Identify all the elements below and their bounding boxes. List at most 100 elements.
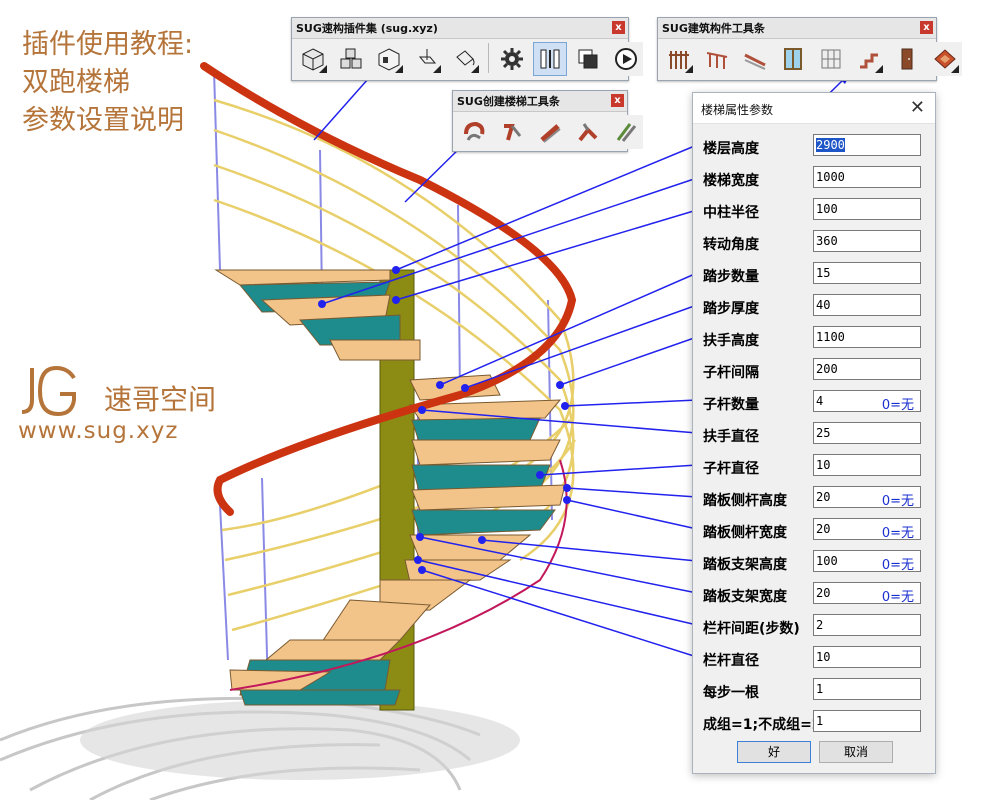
param-label: 每步一根	[703, 685, 759, 701]
rail-diameter-input[interactable]: 10	[813, 454, 921, 476]
grid-window-icon	[821, 49, 841, 69]
param-row: 成组=1;不成组=2 1	[693, 710, 935, 736]
roof-button[interactable]	[928, 42, 962, 76]
tread-side-height-input[interactable]: 20 0=无	[813, 486, 921, 509]
param-label: 转动角度	[703, 237, 759, 253]
toolbar-main-title: SUG速构插件集 (sug.xyz)	[296, 22, 438, 35]
param-label: 成组=1;不成组=2	[703, 717, 822, 733]
stair-width-input[interactable]: 1000	[813, 166, 921, 188]
grid-window-button[interactable]	[814, 42, 848, 76]
param-row: 踏板侧杆高度 20 0=无	[693, 486, 935, 512]
baluster-diameter-input[interactable]: 10	[813, 646, 921, 668]
toolbar-building-close-button[interactable]: x	[920, 21, 933, 34]
tutorial-line-1: 插件使用教程:	[22, 29, 194, 60]
window-button[interactable]	[776, 42, 810, 76]
dialog-title: 楼梯属性参数	[701, 103, 774, 117]
param-row: 子杆直径 10	[693, 454, 935, 480]
param-label: 栏杆直径	[703, 653, 759, 669]
brand-logo: 速哥空间 www.sug.xyz	[18, 364, 218, 454]
cubes-tool-button[interactable]	[334, 42, 368, 76]
param-label: 踏板侧杆高度	[703, 493, 787, 509]
dialog-titlebar: 楼梯属性参数 ✕	[693, 93, 935, 124]
straight-stair-icon	[540, 124, 561, 143]
copy-layer-button[interactable]	[571, 42, 605, 76]
axis-tool-button[interactable]	[410, 42, 444, 76]
toolbar-stairs-title: SUG创建楼梯工具条	[457, 95, 560, 108]
dialog-close-button[interactable]: ✕	[910, 97, 925, 118]
columns-toggle-button[interactable]	[533, 42, 567, 76]
baluster-spacing-input[interactable]: 2	[813, 614, 921, 636]
play-button[interactable]	[609, 42, 643, 76]
door-button[interactable]	[890, 42, 924, 76]
tutorial-line-3: 参数设置说明	[22, 105, 184, 136]
tread-side-width-input[interactable]: 20 0=无	[813, 518, 921, 541]
param-row: 扶手高度 1100	[693, 326, 935, 352]
param-label: 扶手高度	[703, 333, 759, 349]
settings-button[interactable]	[495, 42, 529, 76]
paint-tool-button[interactable]	[448, 42, 482, 76]
spiral-stair-button[interactable]	[457, 115, 491, 149]
param-label: 踏步厚度	[703, 301, 759, 317]
box-tool-button[interactable]	[296, 42, 330, 76]
tread-bracket-width-input[interactable]: 20 0=无	[813, 582, 921, 605]
tutorial-heading: 插件使用教程: 双跑楼梯 参数设置说明	[22, 26, 193, 140]
railing-button[interactable]	[700, 42, 734, 76]
ok-button[interactable]: 好	[737, 741, 811, 763]
handrail-icon	[744, 53, 766, 70]
param-label: 中柱半径	[703, 205, 759, 221]
tread-bracket-height-input[interactable]: 100 0=无	[813, 550, 921, 573]
stair-properties-dialog: 楼梯属性参数 ✕ 楼层高度 2900 楼梯宽度 1000 中柱半径 100 转动角度 3…	[692, 92, 936, 774]
toolbar-main-close-button[interactable]: x	[612, 21, 625, 34]
toolbar-stairs-close-button[interactable]: x	[611, 94, 624, 107]
double-run-stair-icon	[578, 123, 598, 142]
per-step-input[interactable]: 1	[813, 678, 921, 700]
door-icon	[901, 48, 913, 70]
floor-height-input[interactable]: 2900	[813, 134, 921, 156]
rotation-angle-input[interactable]: 360	[813, 230, 921, 252]
parallel-stair-button[interactable]	[609, 115, 643, 149]
step-thickness-input[interactable]: 40	[813, 294, 921, 316]
play-circle-icon	[615, 48, 637, 70]
rail-count-input[interactable]: 4 0=无	[813, 390, 921, 413]
toolbar-main-titlebar: SUG速构插件集 (sug.xyz) x	[292, 18, 628, 39]
param-row: 踏步厚度 40	[693, 294, 935, 320]
handrail-button[interactable]	[738, 42, 772, 76]
column-radius-input[interactable]: 100	[813, 198, 921, 220]
param-row: 子杆间隔 200	[693, 358, 935, 384]
handrail-height-input[interactable]: 1100	[813, 326, 921, 348]
straight-stair-button[interactable]	[533, 115, 567, 149]
param-row: 子杆数量 4 0=无	[693, 390, 935, 416]
leader-markers	[318, 141, 701, 661]
param-row: 踏板侧杆宽度 20 0=无	[693, 518, 935, 544]
param-row: 中柱半径 100	[693, 198, 935, 224]
param-label: 栏杆间距(步数)	[703, 621, 800, 637]
param-label: 子杆间隔	[703, 365, 759, 381]
house-box-tool-button[interactable]	[372, 42, 406, 76]
columns-icon	[540, 49, 560, 69]
toolbar-stairs-titlebar: SUG创建楼梯工具条 x	[453, 91, 627, 112]
brand-name: 速哥空间	[104, 383, 217, 416]
param-label: 踏板侧杆宽度	[703, 525, 787, 541]
rail-spacing-input[interactable]: 200	[813, 358, 921, 380]
toolbar-separator	[488, 43, 489, 73]
fence-button[interactable]	[662, 42, 696, 76]
cancel-button[interactable]: 取消	[819, 741, 893, 763]
handrail-diameter-input[interactable]: 25	[813, 422, 921, 444]
double-run-stair-button[interactable]	[571, 115, 605, 149]
toolbar-building-titlebar: SUG建筑构件工具条 x	[658, 18, 936, 39]
param-label: 踏板支架高度	[703, 557, 787, 573]
param-row: 踏板支架高度 100 0=无	[693, 550, 935, 576]
l-stair-button[interactable]	[495, 115, 529, 149]
tutorial-line-2: 双跑楼梯	[22, 67, 130, 98]
railing-icon	[706, 52, 728, 69]
stair-component-button[interactable]	[852, 42, 886, 76]
group-mode-input[interactable]: 1	[813, 710, 921, 732]
spiral-stair-icon	[464, 121, 485, 141]
step-count-input[interactable]: 15	[813, 262, 921, 284]
param-row: 栏杆直径 10	[693, 646, 935, 672]
brand-url: www.sug.xyz	[18, 418, 179, 444]
param-row: 楼梯宽度 1000	[693, 166, 935, 192]
gear-icon	[501, 48, 523, 70]
param-row: 转动角度 360	[693, 230, 935, 256]
param-label: 子杆直径	[703, 461, 759, 477]
